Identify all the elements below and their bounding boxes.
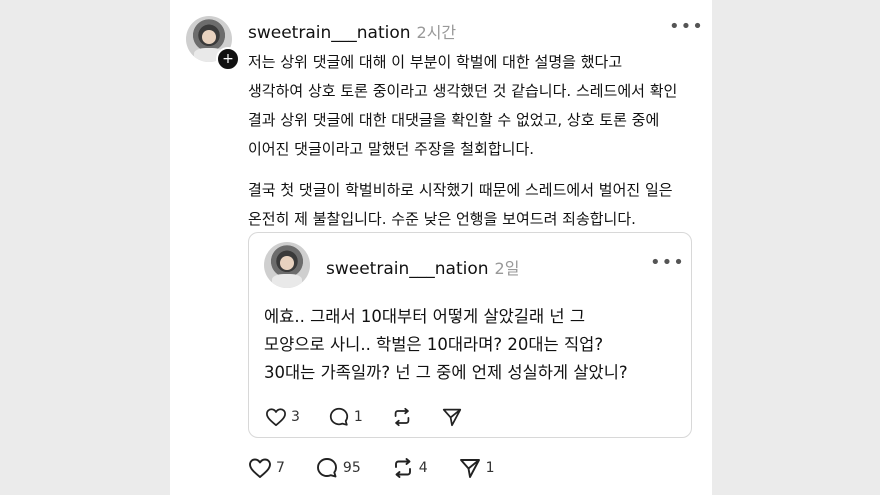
quoted-post-line: 30대는 가족일까? 넌 그 중에 언제 성실하게 살았니?	[264, 363, 628, 382]
quoted-author-username[interactable]: sweetrain___nation	[326, 259, 489, 279]
author-username[interactable]: sweetrain___nation	[248, 23, 411, 43]
post-timestamp: 2시간	[416, 23, 457, 42]
like-count: 7	[276, 460, 285, 476]
comment-icon	[316, 458, 337, 478]
follow-plus-icon[interactable]: +	[216, 47, 240, 71]
send-icon	[442, 408, 461, 427]
quoted-action-bar: 3 1	[265, 406, 491, 428]
post-line: 온전히 제 불찰입니다. 수준 낮은 언행을 보여드려 죄송합니다.	[248, 210, 636, 228]
repost-icon	[394, 458, 411, 478]
quoted-like-count: 3	[291, 409, 300, 425]
post-line: 이어진 댓글이라고 말했던 주장을 철회합니다.	[248, 140, 535, 158]
quoted-post-line: 에효.. 그래서 10대부터 어떻게 살았길래 넌 그	[264, 307, 586, 326]
post-line: 결국 첫 댓글이 학벌비하로 시작했기 때문에 스레드에서 벌어진 일은	[248, 181, 673, 199]
repost-icon	[394, 407, 410, 427]
comment-button[interactable]: 95	[315, 456, 361, 480]
share-button[interactable]: 1	[458, 456, 495, 480]
post-body: 저는 상위 댓글에 대해 이 부분이 학벌에 대한 설명을 했다고 생각하여 상…	[248, 48, 708, 234]
more-options-icon[interactable]: •••	[669, 16, 704, 37]
comment-count: 95	[342, 460, 361, 476]
heart-icon	[249, 458, 271, 478]
repost-count: 4	[418, 460, 428, 476]
post-line: 저는 상위 댓글에 대해 이 부분이 학벌에 대한 설명을 했다고	[248, 53, 623, 71]
post-action-bar: 7 95 4 1	[248, 456, 523, 480]
share-count: 1	[485, 460, 495, 476]
quoted-post-body: 에효.. 그래서 10대부터 어떻게 살았길래 넌 그 모양으로 사니.. 학벌…	[264, 303, 684, 387]
quoted-like-button[interactable]: 3	[265, 407, 300, 427]
quoted-more-options-icon[interactable]: •••	[650, 252, 685, 273]
repost-button[interactable]: 4	[391, 456, 428, 480]
quoted-share-button[interactable]	[441, 406, 463, 428]
quoted-post-timestamp: 2일	[494, 259, 520, 278]
like-button[interactable]: 7	[248, 457, 285, 479]
post-line: 생각하여 상호 토론 중이라고 생각했던 것 같습니다. 스레드에서 확인	[248, 82, 678, 100]
quoted-post-line: 모양으로 사니.. 학벌은 10대라며? 20대는 직업?	[264, 335, 604, 354]
quoted-post-meta: sweetrain___nation 2일	[326, 255, 519, 279]
quoted-author-avatar[interactable]	[264, 242, 310, 288]
comment-icon	[329, 407, 349, 426]
post-line: 결과 상위 댓글에 대한 대댓글을 확인할 수 없었고, 상호 토론 중에	[248, 111, 660, 129]
send-icon	[459, 459, 480, 478]
quoted-comment-count: 1	[353, 409, 363, 425]
post-meta: sweetrain___nation 2시간	[248, 19, 456, 43]
quoted-repost-button[interactable]	[391, 406, 413, 428]
heart-icon	[266, 408, 286, 427]
quoted-comment-button[interactable]: 1	[328, 406, 363, 428]
